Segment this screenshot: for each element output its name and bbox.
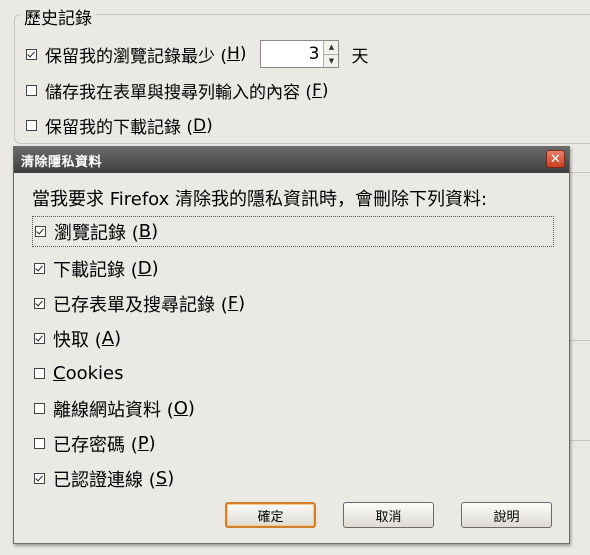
clear-option-label: 已存密碼 ( <box>53 434 138 456</box>
clear-option-accesskey: B <box>138 221 152 242</box>
ok-button[interactable]: 確定 <box>225 502 316 528</box>
clear-option-label-end: ookies <box>65 363 124 384</box>
remember-forms-row[interactable]: 儲存我在表單與搜尋列輸入的內容 (F) <box>26 78 328 103</box>
clear-option-3[interactable]: 快取 (A) <box>32 321 554 356</box>
spin-down-icon[interactable]: ▼ <box>324 53 339 67</box>
clear-option-2[interactable]: 已存表單及搜尋記錄 (F) <box>32 286 554 321</box>
remember-forms-accesskey: F <box>312 80 322 101</box>
clear-option-label: 已存表單及搜尋記錄 ( <box>53 294 228 316</box>
clear-option-6[interactable]: 已存密碼 (P) <box>32 426 554 461</box>
remember-downloads-label: 保留我的下載記錄 ( <box>45 118 194 138</box>
clear-option-label-end: ) <box>167 468 175 489</box>
remember-downloads-row[interactable]: 保留我的下載記錄 (D) <box>26 113 213 138</box>
clear-option-checkbox[interactable] <box>34 333 45 344</box>
remember-forms-label: 儲存我在表單與搜尋列輸入的內容 ( <box>45 83 313 103</box>
help-button[interactable]: 說明 <box>461 502 552 528</box>
dialog-prompt: 當我要求 Firefox 清除我的隱私資訊時，會刪除下列資料: <box>32 189 488 210</box>
clear-option-accesskey: F <box>227 293 239 314</box>
option-list: 瀏覽記錄 (B) 下載記錄 (D) 已存表單及搜尋記錄 (F) 快取 (A) Cooki… <box>32 216 554 496</box>
remember-downloads-label-close: ) <box>206 115 213 136</box>
remember-visits-label: 保留我的瀏覽記錄最少 ( <box>45 46 228 67</box>
dialog-titlebar[interactable]: 清除隱私資料 ✕ <box>14 147 569 173</box>
clear-option-accesskey: O <box>173 398 188 419</box>
clear-option-label-end: ) <box>148 433 156 454</box>
clear-option-label-end: ) <box>151 258 159 279</box>
days-spinner[interactable]: ▲ ▼ <box>260 40 340 68</box>
clear-option-checkbox[interactable] <box>34 368 45 379</box>
clear-option-label: 下載記錄 ( <box>53 259 138 281</box>
dialog-buttons: 確定 取消 說明 <box>225 502 552 528</box>
clear-option-label: 已認證連線 ( <box>53 469 156 491</box>
clear-option-checkbox[interactable] <box>35 226 46 237</box>
clear-option-accesskey: C <box>53 363 66 384</box>
clear-option-label: 瀏覽記錄 ( <box>54 222 139 244</box>
clear-option-label: 離線網站資料 ( <box>53 399 174 421</box>
clear-option-checkbox[interactable] <box>34 438 45 449</box>
clear-option-1[interactable]: 下載記錄 (D) <box>32 251 554 286</box>
clear-option-label: 快取 ( <box>53 329 102 351</box>
remember-downloads-checkbox[interactable] <box>26 120 37 131</box>
cancel-button[interactable]: 取消 <box>343 502 434 528</box>
clear-option-checkbox[interactable] <box>34 403 45 414</box>
clear-option-accesskey: S <box>155 468 168 489</box>
clear-option-5[interactable]: 離線網站資料 (O) <box>32 391 554 426</box>
days-spin-buttons[interactable]: ▲ ▼ <box>323 41 339 67</box>
clear-option-4[interactable]: Cookies <box>32 356 554 391</box>
close-icon[interactable]: ✕ <box>546 150 565 168</box>
remember-visits-accesskey: H <box>227 44 240 64</box>
clear-option-label-end: ) <box>151 221 159 242</box>
clear-option-checkbox[interactable] <box>34 263 45 274</box>
days-unit: 天 <box>351 46 369 67</box>
remember-visits-label-close: ) <box>239 44 247 64</box>
remember-forms-checkbox[interactable] <box>26 85 37 96</box>
remember-visits-checkbox[interactable] <box>26 48 37 60</box>
clear-option-label-end: ) <box>114 328 122 349</box>
remember-visits-row[interactable]: 保留我的瀏覽記錄最少 (H) ▲ ▼ 天 <box>26 40 368 68</box>
clear-option-checkbox[interactable] <box>34 473 45 484</box>
clear-option-accesskey: P <box>137 433 149 454</box>
dialog-title: 清除隱私資料 <box>21 154 103 170</box>
clear-option-accesskey: A <box>101 328 115 349</box>
clear-option-label-end: ) <box>187 398 195 419</box>
spin-up-icon[interactable]: ▲ <box>324 41 339 54</box>
clear-private-data-dialog: 清除隱私資料 ✕ 當我要求 Firefox 清除我的隱私資訊時，會刪除下列資料:… <box>13 146 570 544</box>
clear-option-accesskey: D <box>137 258 152 279</box>
days-input[interactable] <box>261 41 324 67</box>
history-legend: 歷史記錄 <box>20 4 96 29</box>
clear-option-checkbox[interactable] <box>34 298 45 309</box>
clear-option-0[interactable]: 瀏覽記錄 (B) <box>32 216 554 247</box>
clear-option-7[interactable]: 已認證連線 (S) <box>32 461 554 496</box>
remember-forms-label-close: ) <box>321 80 329 101</box>
remember-downloads-accesskey: D <box>193 115 207 136</box>
clear-option-label-end: ) <box>238 293 246 314</box>
